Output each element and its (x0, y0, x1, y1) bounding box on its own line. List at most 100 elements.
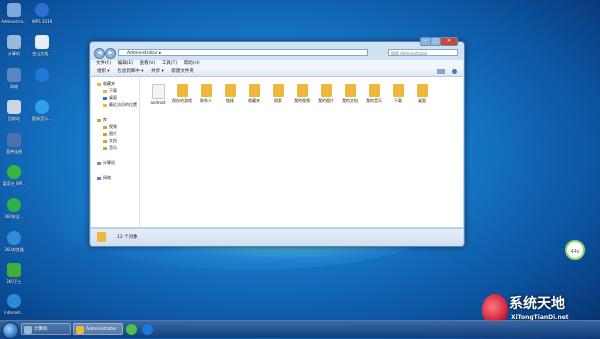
taskbar-item-computer[interactable]: 计算机 (21, 323, 71, 335)
organize-button[interactable]: 组织 ▾ (97, 67, 110, 76)
desktop-icon-k[interactable] (29, 68, 55, 84)
desktop-icon-network[interactable]: 网络 (1, 68, 27, 89)
desktop-icon-wps[interactable]: WPS 2019 (29, 3, 55, 24)
desktop-icon-iqiyi[interactable]: 爱奇艺 WP... (1, 165, 27, 186)
desktop-icon-label: 360浏览器 (4, 247, 24, 252)
desktop-icon-recycle-bin[interactable]: 回收站 (1, 100, 27, 121)
sidebar-label: 音乐 (109, 145, 117, 150)
folder-label: android (150, 100, 166, 105)
menu-help[interactable]: 帮助(H) (184, 60, 200, 67)
sidebar-item-documents[interactable]: 文档 (103, 138, 117, 143)
include-in-library-button[interactable]: 包含到库中 ▾ (117, 67, 143, 76)
sidebar-item-music[interactable]: 音乐 (103, 145, 117, 150)
desktop-icon-ie[interactable]: Internet... (1, 294, 27, 315)
folder-item[interactable]: android (148, 84, 168, 105)
desktop-icon-computer[interactable]: 计算机 (1, 35, 27, 56)
app-icon[interactable] (126, 324, 137, 335)
desktop-icon-360-browser[interactable]: 360浏览器 (1, 231, 27, 252)
back-button[interactable]: ◀ (94, 48, 105, 59)
folder-item[interactable]: 我的文档 (340, 84, 360, 103)
folder-item[interactable]: 联系人 (196, 84, 216, 103)
star-icon (97, 82, 101, 86)
menu-file[interactable]: 文件(F) (96, 60, 111, 67)
folder-label: 下载 (394, 98, 402, 103)
desktop-gadget[interactable]: 44s (565, 240, 585, 260)
folder-icon (248, 84, 260, 97)
folder-item[interactable]: 我的视频 (292, 84, 312, 103)
address-bar[interactable]: Administrator ▸ (118, 49, 368, 56)
start-button[interactable] (2, 322, 19, 339)
document-icon (35, 35, 49, 49)
folder-icon (344, 84, 356, 97)
library-icon (97, 118, 101, 122)
sidebar-label: 桌面 (109, 95, 117, 100)
folder-icon (76, 326, 84, 334)
folder-icon (392, 84, 404, 97)
taskbar-item-explorer[interactable]: Administrator (73, 323, 123, 335)
taskbar-label: 计算机 (34, 327, 48, 332)
content-area: 收藏夹 下载 桌面 最近访问的位置 库 视频 图片 文档 音乐 计算机 网络 a… (91, 77, 463, 227)
sidebar-item-pictures[interactable]: 图片 (103, 131, 117, 136)
folder-icon (200, 84, 212, 97)
folder-label: 我的视频 (294, 98, 310, 103)
folder-icon (272, 84, 284, 97)
desktop-icon-360-safe[interactable]: 360安全... (1, 198, 27, 219)
forward-button[interactable]: ▶ (105, 48, 116, 59)
folder-item[interactable]: 收藏夹 (244, 84, 264, 103)
360-safe-icon (7, 198, 21, 212)
folder-item[interactable]: 下载 (388, 84, 408, 103)
folder-icon (224, 84, 236, 97)
k-app-icon (35, 68, 49, 82)
view-options-icon[interactable] (437, 69, 445, 74)
k-app-icon[interactable] (142, 324, 153, 335)
folder-label: 我的音乐 (366, 98, 382, 103)
desktop-icon-admin-folder[interactable]: Administra... (1, 3, 27, 24)
command-bar: 组织 ▾ 包含到库中 ▾ 共享 ▾ 新建文件夹 (91, 67, 463, 77)
desktop-icon-broadband[interactable]: 宽带连接 (1, 133, 27, 154)
desktop-icon-label: 金山文档... (32, 51, 52, 56)
sidebar-favorites[interactable]: 收藏夹 (97, 81, 115, 86)
folder-item[interactable]: 链接 (220, 84, 240, 103)
desktop-icon-label: 酷狗音乐... (32, 116, 52, 121)
download-folder-icon (103, 89, 107, 93)
desktop-icon-label: Administra... (1, 19, 27, 24)
folder-label: 我的图片 (318, 98, 334, 103)
close-button[interactable]: ✕ (440, 37, 458, 46)
folder-item[interactable]: 搜索 (268, 84, 288, 103)
music-library-icon (103, 146, 107, 150)
user-folder-icon (7, 3, 21, 17)
folder-icon (368, 84, 380, 97)
menu-view[interactable]: 查看(V) (140, 60, 156, 67)
new-folder-button[interactable]: 新建文件夹 (171, 67, 194, 76)
computer-icon (24, 326, 32, 334)
address-row: ◀ ▶ Administrator ▸ 搜索 Administrator (94, 48, 460, 59)
desktop-icon-360-guard[interactable]: 360卫士 (1, 263, 27, 284)
menu-edit[interactable]: 编辑(E) (118, 60, 133, 67)
folder-icon (176, 84, 188, 97)
share-button[interactable]: 共享 ▾ (151, 67, 164, 76)
folder-icon (151, 84, 165, 99)
sidebar-item-desktop[interactable]: 桌面 (103, 95, 117, 100)
folder-item[interactable]: 保存的游戏 (172, 84, 192, 103)
help-icon[interactable] (452, 69, 457, 74)
desktop-icon-label: Internet... (4, 310, 24, 315)
search-input[interactable]: 搜索 Administrator (388, 49, 458, 56)
sidebar-network[interactable]: 网络 (97, 175, 111, 180)
menu-tools[interactable]: 工具(T) (162, 60, 177, 67)
folder-item[interactable]: 我的图片 (316, 84, 336, 103)
folder-icon (416, 84, 428, 97)
sidebar-libraries[interactable]: 库 (97, 117, 107, 122)
sidebar-item-downloads[interactable]: 下载 (103, 88, 117, 93)
sidebar-label: 视频 (109, 124, 117, 129)
sidebar-item-recent[interactable]: 最近访问的位置 (103, 102, 137, 107)
sidebar-item-videos[interactable]: 视频 (103, 124, 117, 129)
folder-icon (296, 84, 308, 97)
folder-item[interactable]: 我的音乐 (364, 84, 384, 103)
folder-item[interactable]: 桌面 (412, 84, 432, 103)
desktop-icon-kugou[interactable]: 酷狗音乐... (29, 100, 55, 121)
desktop-icon-label: WPS 2019 (31, 19, 53, 24)
folder-label: 联系人 (200, 98, 212, 103)
folder-label: 搜索 (274, 98, 282, 103)
desktop-icon-document[interactable]: 金山文档... (29, 35, 55, 56)
sidebar-computer[interactable]: 计算机 (97, 160, 115, 165)
